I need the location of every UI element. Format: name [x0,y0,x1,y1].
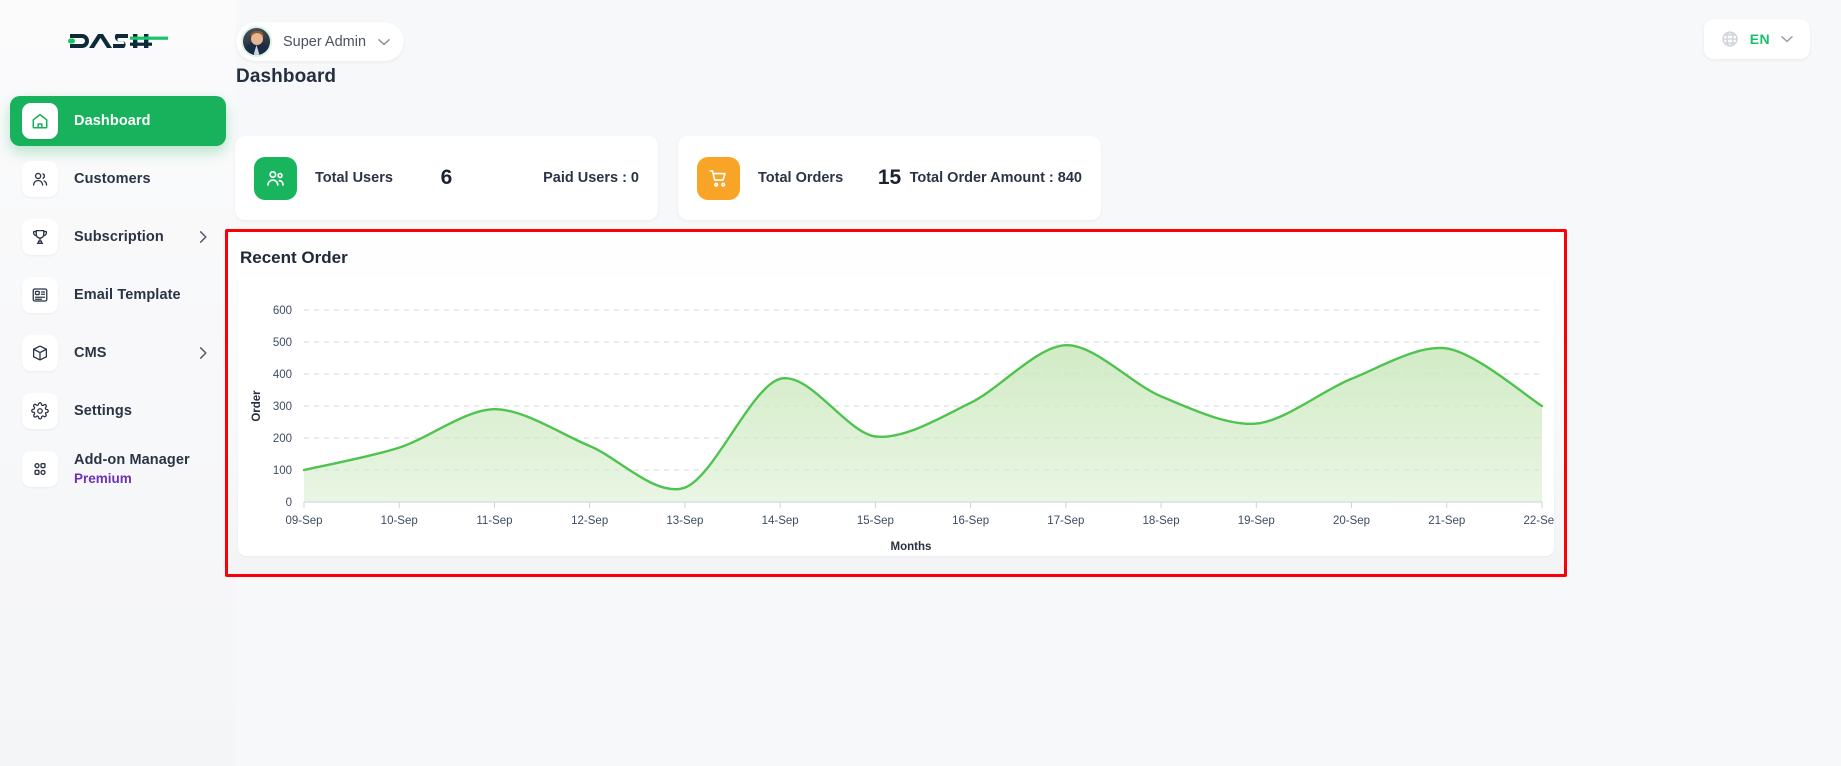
sidebar-item-subscription[interactable]: Subscription [10,212,226,262]
stat-card-total-orders: Total Orders 15 Total Order Amount : 840 [678,136,1101,220]
sidebar-item-label: Settings [74,403,132,419]
svg-text:300: 300 [273,401,292,413]
grid-icon [22,451,58,487]
chevron-down-icon [1781,35,1793,43]
svg-text:500: 500 [273,337,292,349]
sidebar-item-addon-manager[interactable]: Add-on Manager Premium [10,444,226,494]
globe-icon [1721,30,1739,48]
svg-text:10-Sep: 10-Sep [381,515,418,527]
sidebar-item-label: Subscription [74,229,164,245]
brand-logo[interactable] [0,0,236,82]
dashboard-page: Dashboard Customers [0,0,1841,766]
recent-order-title: Recent Order [228,232,1564,268]
sidebar-item-label: Email Template [74,287,181,303]
chevron-right-icon [199,231,208,244]
svg-text:18-Sep: 18-Sep [1143,515,1180,527]
page-title: Dashboard [236,66,336,88]
sidebar-item-email-template[interactable]: Email Template [10,270,226,320]
stat-card-label: Total Users [315,170,393,186]
svg-text:20-Sep: 20-Sep [1333,515,1370,527]
sidebar-item-label: CMS [74,345,107,361]
chevron-down-icon [378,38,390,46]
stat-card-extra: Total Order Amount : 840 [910,170,1082,186]
language-code-label: EN [1750,31,1770,47]
stat-card-total-users: Total Users 6 Paid Users : 0 [235,136,658,220]
sidebar-item-customers[interactable]: Customers [10,154,226,204]
svg-text:15-Sep: 15-Sep [857,515,894,527]
home-icon [22,103,58,139]
stat-card-value: 15 [878,166,901,190]
svg-text:22-Sep: 22-Sep [1523,515,1554,527]
cart-icon [697,157,740,200]
gear-icon [22,393,58,429]
svg-text:14-Sep: 14-Sep [762,515,799,527]
dash-logo-icon [67,28,169,54]
svg-text:600: 600 [273,305,292,317]
recent-order-panel: Recent Order 0 100 200 300 400 500 600 09-Sep 10… [228,232,1564,574]
svg-text:0: 0 [286,497,292,509]
svg-text:21-Sep: 21-Sep [1428,515,1465,527]
stat-card-label: Total Orders [758,170,843,186]
sidebar-item-label: Add-on Manager [74,451,190,469]
svg-text:13-Sep: 13-Sep [666,515,703,527]
stat-card-extra: Paid Users : 0 [543,170,639,186]
stat-card-value: 6 [441,166,453,190]
trophy-icon [22,219,58,255]
sidebar-item-settings[interactable]: Settings [10,386,226,436]
svg-text:09-Sep: 09-Sep [285,515,322,527]
sidebar-item-addon-text: Add-on Manager Premium [74,451,190,488]
avatar [241,26,272,57]
svg-text:Months: Months [891,541,932,553]
email-list-icon [22,277,58,313]
sidebar-nav: Dashboard Customers [0,96,236,494]
user-menu-button[interactable]: Super Admin [236,22,404,61]
user-name-label: Super Admin [283,34,366,50]
sidebar-item-badge-premium: Premium [74,471,190,488]
users-group-icon [254,157,297,200]
svg-text:16-Sep: 16-Sep [952,515,989,527]
svg-text:100: 100 [273,465,292,477]
users-icon [22,161,58,197]
sidebar-item-label: Dashboard [74,113,151,129]
svg-text:12-Sep: 12-Sep [571,515,608,527]
recent-order-chart[interactable]: 0 100 200 300 400 500 600 09-Sep 10-Sep 11-Sep 12-… [238,276,1554,556]
sidebar: Dashboard Customers [0,0,236,766]
svg-text:11-Sep: 11-Sep [476,515,512,527]
svg-text:17-Sep: 17-Sep [1047,515,1084,527]
sidebar-item-cms[interactable]: CMS [10,328,226,378]
svg-text:400: 400 [273,369,292,381]
sidebar-item-dashboard[interactable]: Dashboard [10,96,226,146]
svg-text:200: 200 [273,433,292,445]
sidebar-item-label: Customers [74,171,151,187]
language-selector[interactable]: EN [1704,19,1810,59]
order-area-chart: 0 100 200 300 400 500 600 09-Sep 10-Sep 11-Sep 12-… [238,276,1554,556]
svg-text:19-Sep: 19-Sep [1238,515,1275,527]
box-icon [22,335,58,371]
chevron-right-icon [199,347,208,360]
svg-text:Order: Order [251,390,263,422]
